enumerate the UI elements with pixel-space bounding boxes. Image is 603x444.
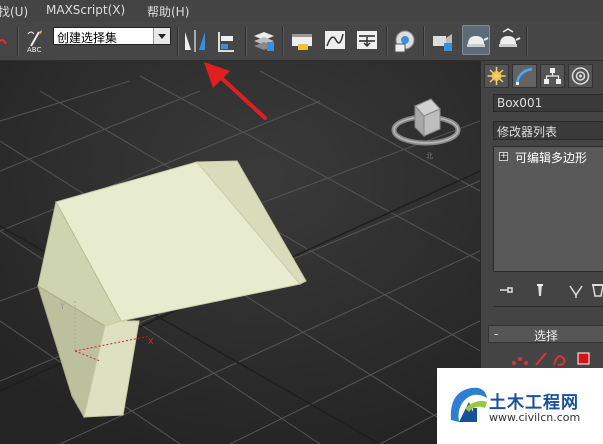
selection-rollout-header[interactable]: - 选择 bbox=[488, 325, 603, 343]
modifier-list-label: 修改器列表 bbox=[497, 125, 558, 139]
vertex-icon[interactable] bbox=[512, 357, 528, 365]
modify-tab[interactable] bbox=[512, 64, 537, 88]
mirror-icon[interactable] bbox=[182, 26, 208, 54]
align-icon[interactable] bbox=[214, 26, 240, 54]
menu-bar: 找(U) MAXScript(X) 帮助(H) bbox=[0, 0, 603, 23]
render-setup-icon[interactable] bbox=[430, 26, 456, 54]
motion-tab[interactable] bbox=[568, 64, 593, 88]
modify-icon bbox=[515, 67, 533, 85]
make-unique-icon[interactable] bbox=[567, 281, 585, 299]
expand-icon[interactable]: + bbox=[499, 152, 508, 161]
curve-editor-icon[interactable] bbox=[322, 26, 348, 54]
modifier-list-dropdown[interactable]: 修改器列表 bbox=[493, 121, 603, 140]
viewport-scene: Y X 北 bbox=[0, 61, 480, 444]
toolbar-separator bbox=[17, 26, 19, 56]
hierarchy-icon bbox=[544, 68, 561, 84]
toolbar-separator bbox=[386, 26, 388, 56]
edit-named-selection-icon[interactable]: ABC bbox=[23, 26, 49, 54]
stack-buttons bbox=[493, 279, 603, 301]
modifier-stack[interactable]: + 可编辑多边形 bbox=[493, 146, 603, 272]
watermark-title: 土木工程网 bbox=[489, 393, 579, 413]
stack-item-editable-poly[interactable]: + 可编辑多边形 bbox=[494, 149, 603, 165]
edge-icon[interactable] bbox=[535, 352, 547, 366]
motion-icon bbox=[571, 67, 590, 85]
stack-item-label: 可编辑多边形 bbox=[515, 151, 588, 165]
create-icon bbox=[487, 67, 506, 85]
menu-maxscript[interactable]: MAXScript(X) bbox=[46, 3, 125, 17]
pin-stack-icon[interactable] bbox=[497, 281, 515, 299]
axis-x-label: X bbox=[148, 337, 154, 346]
render-iterative-icon[interactable] bbox=[495, 26, 521, 54]
material-editor-icon[interactable] bbox=[392, 26, 418, 54]
toolbar-separator bbox=[282, 26, 284, 56]
perspective-viewport[interactable]: Y X 北 bbox=[0, 61, 480, 444]
toolbar-separator bbox=[177, 26, 179, 56]
object-name-value: Box001 bbox=[497, 96, 543, 110]
toolbar-separator bbox=[423, 26, 425, 56]
object-name-field[interactable]: Box001 bbox=[493, 94, 603, 112]
render-icon[interactable] bbox=[462, 25, 490, 55]
border-icon[interactable] bbox=[553, 355, 566, 366]
toolbar-separator bbox=[526, 26, 528, 56]
hierarchy-tab[interactable] bbox=[540, 64, 565, 88]
scene-explorer-icon[interactable] bbox=[289, 26, 315, 54]
watermark-logo: 土木工程网 www.civilcn.com bbox=[437, 368, 603, 444]
main-toolbar: ABC 创建选择集 bbox=[0, 22, 603, 61]
menu-find[interactable]: 找(U) bbox=[0, 3, 28, 20]
layer-manager-icon[interactable] bbox=[251, 26, 277, 54]
axis-y-label: Y bbox=[59, 302, 65, 311]
polygon-icon[interactable] bbox=[577, 352, 590, 365]
show-end-result-icon[interactable] bbox=[531, 281, 549, 299]
menu-help[interactable]: 帮助(H) bbox=[147, 3, 189, 20]
chevron-down-icon[interactable] bbox=[153, 28, 170, 44]
curve-icon[interactable] bbox=[0, 26, 7, 54]
rollout-title: 选择 bbox=[533, 329, 558, 343]
schematic-view-icon[interactable] bbox=[354, 26, 380, 54]
selection-set-value: 创建选择集 bbox=[57, 31, 118, 45]
watermark-url: www.civilcn.com bbox=[489, 411, 581, 424]
viewcube-compass-label: 北 bbox=[426, 152, 433, 160]
create-tab[interactable] bbox=[484, 64, 509, 88]
toolbar-separator bbox=[245, 26, 247, 56]
logo-icon bbox=[450, 387, 487, 422]
selection-set-dropdown[interactable]: 创建选择集 bbox=[53, 27, 171, 45]
svg-text:ABC: ABC bbox=[27, 46, 41, 54]
panel-divider bbox=[493, 306, 603, 307]
remove-modifier-icon[interactable] bbox=[589, 281, 603, 299]
